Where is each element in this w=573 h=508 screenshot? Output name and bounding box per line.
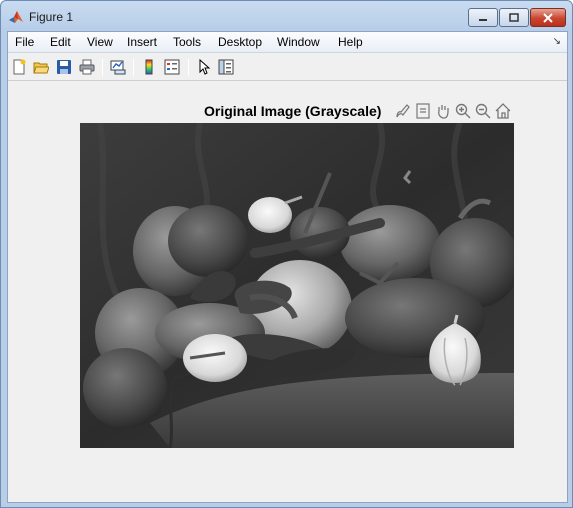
restore-view-icon xyxy=(495,103,511,119)
menu-edit[interactable]: Edit xyxy=(50,35,71,49)
menu-insert[interactable]: Insert xyxy=(127,35,157,49)
edit-plot-icon xyxy=(199,59,211,75)
minimize-button[interactable] xyxy=(468,8,498,27)
zoom-out-button[interactable] xyxy=(474,102,492,120)
brush-button[interactable] xyxy=(394,102,412,120)
peppers-image xyxy=(80,123,514,448)
toolbar-separator xyxy=(133,59,134,76)
pepper xyxy=(83,348,167,428)
dock-arrow-icon[interactable]: ↘ xyxy=(553,36,561,47)
close-button[interactable] xyxy=(530,8,566,27)
figure-toolbar xyxy=(8,54,567,81)
insert-legend-button[interactable] xyxy=(163,58,181,76)
print-icon xyxy=(79,59,95,75)
menu-tools[interactable]: Tools xyxy=(173,35,201,49)
figure-client-area: File Edit View Insert Tools Desktop Wind… xyxy=(7,31,568,503)
zoom-in-button[interactable] xyxy=(454,102,472,120)
edit-plot-button[interactable] xyxy=(195,58,213,76)
link-plot-icon xyxy=(110,60,126,75)
save-button[interactable] xyxy=(55,58,73,76)
figure-window: Figure 1 File Edit View Insert Tools Des… xyxy=(0,0,573,508)
pan-button[interactable] xyxy=(434,102,452,120)
maximize-icon xyxy=(509,12,519,22)
menu-file[interactable]: File xyxy=(15,35,34,49)
pepper xyxy=(168,205,248,277)
minimize-icon xyxy=(479,18,487,21)
print-button[interactable] xyxy=(78,58,96,76)
open-file-button[interactable] xyxy=(32,58,50,76)
title-bar[interactable]: Figure 1 xyxy=(1,1,572,31)
toolbar-separator xyxy=(102,59,103,76)
insert-legend-icon xyxy=(164,59,180,75)
maximize-button[interactable] xyxy=(499,8,529,27)
new-figure-icon xyxy=(13,59,26,75)
pan-icon xyxy=(438,105,449,119)
restore-view-button[interactable] xyxy=(494,102,512,120)
property-inspector-button[interactable] xyxy=(217,58,235,76)
menu-desktop[interactable]: Desktop xyxy=(218,35,262,49)
zoom-in-icon xyxy=(455,103,471,119)
close-icon xyxy=(543,12,553,23)
menu-window[interactable]: Window xyxy=(277,35,320,49)
open-file-icon xyxy=(33,62,49,74)
grayscale-image xyxy=(80,123,514,448)
brush-icon xyxy=(396,104,410,118)
menu-help[interactable]: Help xyxy=(338,35,363,49)
data-tips-icon xyxy=(416,103,430,119)
link-plot-button[interactable] xyxy=(109,58,127,76)
save-icon xyxy=(57,60,71,74)
data-tips-button[interactable] xyxy=(414,102,432,120)
insert-colorbar-icon xyxy=(145,59,153,75)
menu-view[interactable]: View xyxy=(87,35,113,49)
menu-bar: File Edit View Insert Tools Desktop Wind… xyxy=(8,32,567,53)
new-figure-button[interactable] xyxy=(10,58,28,76)
matlab-logo-icon xyxy=(8,9,24,25)
toolbar-separator xyxy=(188,59,189,76)
axes-title: Original Image (Grayscale) xyxy=(204,103,382,119)
insert-colorbar-button[interactable] xyxy=(140,58,158,76)
zoom-out-icon xyxy=(475,103,491,119)
property-inspector-icon xyxy=(218,59,234,75)
window-title: Figure 1 xyxy=(29,10,74,24)
